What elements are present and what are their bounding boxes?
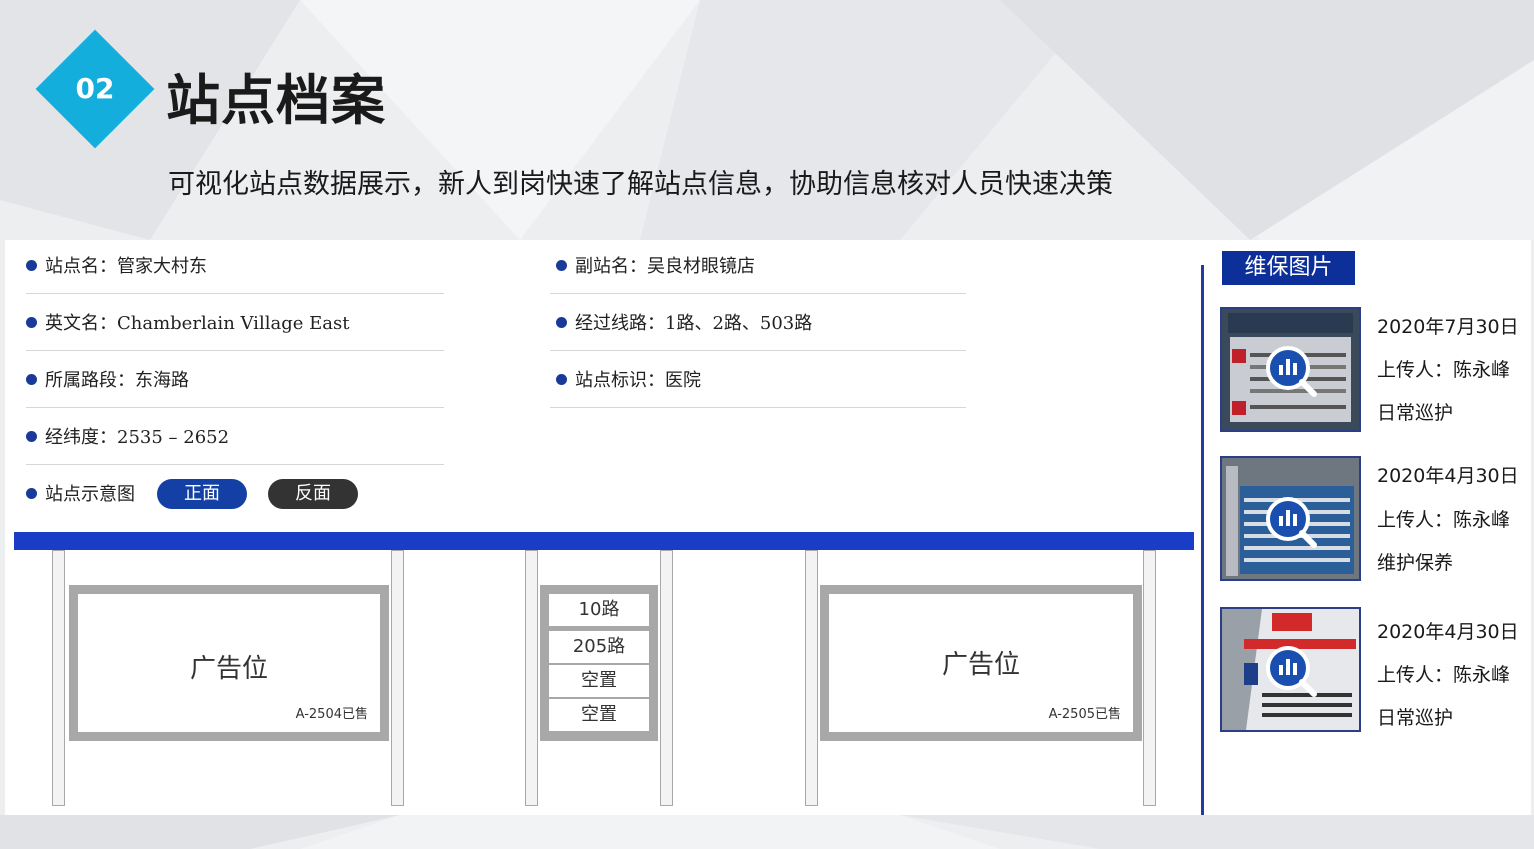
back-view-button[interactable]: 反面 — [268, 479, 358, 509]
info-separator — [26, 407, 444, 408]
shelter-post — [52, 550, 65, 806]
page-subtitle: 可视化站点数据展示，新人到岗快速了解站点信息，协助信息核对人员快速决策 — [168, 169, 1113, 200]
bullet-icon — [26, 260, 37, 271]
bullet-icon — [26, 317, 37, 328]
info-separator — [550, 407, 966, 408]
maintenance-type: 日常巡护 — [1377, 707, 1454, 729]
route-board-cell[interactable]: 空置 — [549, 665, 649, 697]
right-ad-panel[interactable]: 广告位 A-2505已售 — [820, 585, 1142, 741]
maintenance-uploader: 上传人：陈永峰 — [1377, 664, 1511, 686]
route-board-cell[interactable]: 10路 — [549, 594, 649, 626]
bullet-icon — [556, 374, 567, 385]
front-view-button[interactable]: 正面 — [157, 479, 247, 509]
bullet-icon — [26, 488, 37, 499]
maintenance-photo-thumbnail[interactable] — [1220, 607, 1361, 732]
shelter-post — [805, 550, 818, 806]
info-diagram-label: 站点示意图 — [26, 480, 135, 506]
info-separator — [26, 350, 444, 351]
info-routes: 经过线路：1路、2路、503路 — [556, 309, 812, 335]
panel-divider — [1201, 265, 1204, 815]
info-separator — [26, 293, 444, 294]
maintenance-photos-tab[interactable]: 维保图片 — [1222, 251, 1355, 285]
maintenance-uploader: 上传人：陈永峰 — [1377, 359, 1511, 381]
ad-label: 广告位 — [941, 650, 1020, 680]
maintenance-type: 日常巡护 — [1377, 402, 1454, 424]
info-separator — [550, 293, 966, 294]
bullet-icon — [556, 317, 567, 328]
maintenance-type: 维护保养 — [1377, 552, 1454, 574]
route-board-cell[interactable]: 205路 — [549, 631, 649, 663]
shelter-post — [391, 550, 404, 806]
info-english-name: 英文名：Chamberlain Village East — [26, 309, 349, 335]
maintenance-photo-thumbnail[interactable] — [1220, 307, 1361, 432]
info-separator — [550, 350, 966, 351]
maintenance-photo-thumbnail[interactable] — [1220, 456, 1361, 581]
ad-code: A-2505已售 — [1048, 707, 1121, 722]
ad-code: A-2504已售 — [295, 707, 368, 722]
info-landmark: 站点标识：医院 — [556, 366, 701, 392]
route-board-cell[interactable]: 空置 — [549, 699, 649, 731]
ad-panel-inner: 广告位 A-2504已售 — [78, 594, 380, 732]
left-ad-panel[interactable]: 广告位 A-2504已售 — [69, 585, 389, 741]
ad-panel-inner: 广告位 A-2505已售 — [829, 594, 1133, 732]
maintenance-date: 2020年7月30日 — [1377, 316, 1519, 338]
bullet-icon — [26, 374, 37, 385]
shelter-post — [660, 550, 673, 806]
shelter-post — [525, 550, 538, 806]
maintenance-date: 2020年4月30日 — [1377, 465, 1519, 487]
maintenance-uploader: 上传人：陈永峰 — [1377, 509, 1511, 531]
page-title: 站点档案 — [166, 69, 386, 132]
ad-label: 广告位 — [189, 654, 268, 684]
section-badge: 02 — [35, 29, 155, 149]
info-alias-name: 副站名：吴良材眼镜店 — [556, 252, 755, 278]
maintenance-date: 2020年4月30日 — [1377, 621, 1519, 643]
info-station-name: 站点名：管家大村东 — [26, 252, 207, 278]
bullet-icon — [556, 260, 567, 271]
info-road-segment: 所属路段：东海路 — [26, 366, 189, 392]
info-separator — [26, 464, 444, 465]
info-coordinates: 经纬度：2535 – 2652 — [26, 423, 229, 449]
route-board: 10路 205路 空置 空置 — [540, 585, 658, 741]
bullet-icon — [26, 431, 37, 442]
shelter-post — [1143, 550, 1156, 806]
shelter-roof — [14, 532, 1194, 550]
badge-number: 02 — [75, 72, 115, 105]
